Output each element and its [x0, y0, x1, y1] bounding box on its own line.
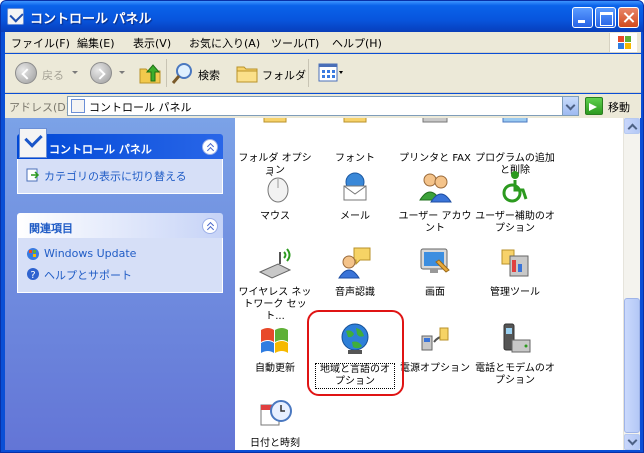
toolbar-separator: [308, 59, 309, 87]
phone-and-modem-options-item[interactable]: 電話とモデムのオプション: [475, 322, 555, 387]
display-item[interactable]: 画面: [395, 246, 475, 299]
fonts-item[interactable]: フォント: [315, 118, 395, 165]
mail-item[interactable]: メール: [315, 170, 395, 223]
panel-header[interactable]: 関連項目: [17, 213, 223, 238]
switch-to-category-view-link[interactable]: カテゴリの表示に切り替える: [18, 165, 222, 185]
mouse-item[interactable]: マウス: [235, 170, 315, 223]
folder-options-item[interactable]: フォルダ オプション: [235, 118, 315, 177]
go-button[interactable]: 移動: [608, 99, 630, 115]
scroll-up-button[interactable]: [624, 118, 640, 134]
collapse-chevron-icon[interactable]: [202, 218, 218, 234]
windows-update-link[interactable]: Windows Update: [18, 244, 222, 264]
scroll-down-button[interactable]: [624, 434, 640, 450]
menu-view[interactable]: 表示(V): [133, 35, 171, 51]
accessibility-icon: [502, 171, 528, 203]
forward-button[interactable]: [90, 62, 112, 84]
related-topics-panel: 関連項目 Windows Update ? ヘルプとサポート: [17, 213, 223, 293]
menu-help[interactable]: ヘルプ(H): [332, 35, 382, 51]
menu-bar: ファイル(F) 編集(E) 表示(V) お気に入り(A) ツール(T) ヘルプ(…: [5, 32, 641, 53]
menu-edit[interactable]: 編集(E): [77, 35, 115, 51]
mail-icon: [343, 172, 367, 201]
panel-body: カテゴリの表示に切り替える: [17, 159, 223, 194]
category-view-icon: [26, 168, 40, 182]
printer-icon: [422, 118, 448, 123]
folder-up-icon[interactable]: [138, 61, 162, 85]
phone-and-modem-icon: [503, 323, 531, 353]
back-dropdown-icon[interactable]: [72, 71, 78, 74]
help-icon: ?: [27, 268, 39, 281]
display-icon: [420, 248, 450, 273]
add-remove-programs-icon: [502, 118, 528, 123]
power-options-item[interactable]: 電源オプション: [395, 322, 475, 375]
control-panel-task-panel: コントロール パネル カテゴリの表示に切り替える: [17, 128, 223, 194]
items-view: フォルダ オプション フォント プリンタと FAX プログラムの追加と削除 マウ…: [235, 118, 623, 450]
folders-label[interactable]: フォルダ: [262, 67, 306, 83]
vertical-scrollbar[interactable]: [623, 118, 640, 450]
svg-text:?: ?: [30, 270, 35, 281]
address-bar: アドレス(D) コントロール パネル 移動: [5, 94, 641, 118]
accessibility-options-item[interactable]: ユーザー補助のオプション: [475, 170, 555, 235]
panel-title: コントロール パネル: [49, 143, 152, 156]
help-and-support-link[interactable]: ? ヘルプとサポート: [18, 264, 222, 284]
minimize-button[interactable]: [572, 7, 593, 28]
administrative-tools-item[interactable]: 管理ツール: [475, 246, 555, 299]
menu-file[interactable]: ファイル(F): [11, 35, 70, 51]
automatic-updates-icon: [261, 328, 288, 353]
date-and-time-icon: [260, 400, 292, 426]
close-button[interactable]: [618, 7, 639, 28]
fonts-icon: [343, 118, 367, 123]
scroll-thumb[interactable]: [624, 298, 640, 433]
panel-body: Windows Update ? ヘルプとサポート: [17, 238, 223, 293]
windows-logo-icon: [609, 33, 637, 52]
go-arrow-icon[interactable]: [585, 97, 603, 115]
menu-favorites[interactable]: お気に入り(A): [189, 35, 260, 51]
user-accounts-item[interactable]: ユーザー アカウント: [395, 170, 475, 235]
windows-update-icon: [27, 248, 39, 260]
panel-title: 関連項目: [29, 222, 73, 235]
task-pane: コントロール パネル カテゴリの表示に切り替える 関連項目 Windows Up…: [5, 118, 235, 450]
search-icon[interactable]: [171, 62, 195, 86]
address-value: コントロール パネル: [89, 101, 192, 114]
menu-tools[interactable]: ツール(T): [271, 35, 319, 51]
control-panel-icon: [19, 128, 47, 158]
speech-recognition-item[interactable]: 音声認識: [315, 246, 395, 299]
address-input[interactable]: コントロール パネル: [67, 96, 579, 116]
address-dropdown-button[interactable]: [562, 97, 578, 115]
highlight-annotation: [307, 310, 404, 396]
administrative-tools-icon: [501, 249, 529, 277]
window-title: コントロール パネル: [30, 12, 152, 27]
control-panel-icon: [7, 8, 24, 25]
back-label[interactable]: 戻る: [42, 67, 64, 83]
date-and-time-item[interactable]: 日付と時刻: [235, 397, 315, 450]
add-remove-programs-item[interactable]: プログラムの追加と削除: [475, 118, 555, 177]
control-panel-window: コントロール パネル ファイル(F) 編集(E) 表示(V) お気に入り(A) …: [0, 0, 644, 453]
printers-and-fax-item[interactable]: プリンタと FAX: [395, 118, 475, 165]
folder-options-icon: [263, 118, 287, 123]
title-bar[interactable]: コントロール パネル: [1, 1, 643, 32]
maximize-button[interactable]: [595, 7, 616, 28]
toolbar: 戻る 検索 フォルダ: [5, 54, 641, 93]
power-options-icon: [421, 327, 449, 351]
automatic-updates-item[interactable]: 自動更新: [235, 322, 315, 375]
views-icon[interactable]: [318, 62, 344, 84]
mouse-icon: [265, 172, 289, 203]
toolbar-separator: [166, 59, 167, 87]
forward-dropdown-icon[interactable]: [119, 71, 125, 74]
search-label[interactable]: 検索: [198, 67, 220, 83]
user-accounts-icon: [419, 173, 452, 203]
wireless-network-setup-item[interactable]: ワイヤレス ネットワーク セット...: [235, 246, 315, 323]
address-label: アドレス(D): [9, 101, 71, 114]
collapse-chevron-icon[interactable]: [202, 139, 218, 155]
control-panel-icon: [71, 99, 85, 113]
back-button[interactable]: [15, 62, 37, 84]
folders-icon[interactable]: [236, 63, 258, 83]
window-frame: [1, 32, 5, 452]
panel-header[interactable]: コントロール パネル: [17, 128, 223, 159]
speech-icon: [338, 247, 371, 279]
wireless-network-icon: [258, 248, 292, 279]
